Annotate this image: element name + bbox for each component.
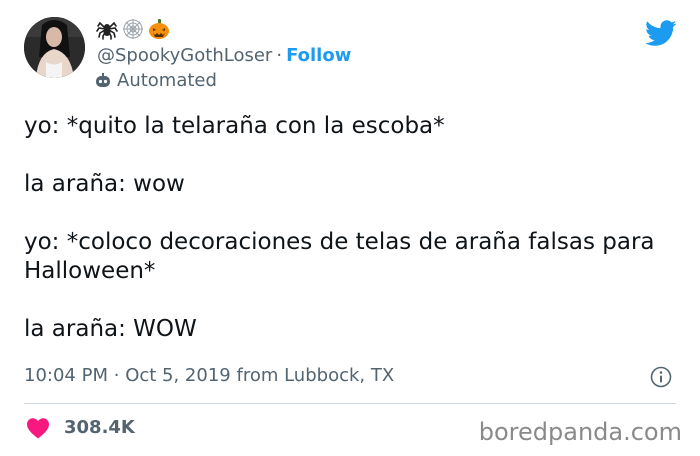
display-name[interactable] [96,16,170,42]
automated-label-row: Automated [95,70,217,92]
tweet-time[interactable]: 10:04 PM [24,365,108,386]
separator-dot: · [113,365,120,386]
tweet-location: from Lubbock, TX [236,365,395,386]
tweet-paragraph: yo: *coloco decoraciones de telas de ara… [24,229,655,284]
tweet-text: yo: *quito la telaraña con la escoba* la… [24,112,674,344]
tweet-paragraph: la araña: wow [24,171,185,197]
user-handle[interactable]: @SpookyGothLoser [97,45,272,66]
like-count[interactable]: 308.4K [64,416,135,440]
heart-icon[interactable] [26,417,50,439]
twitter-bird-icon[interactable] [645,20,677,47]
spider-icon [96,18,118,40]
separator-dot: · [276,45,283,66]
follow-button[interactable]: Follow [286,45,351,66]
jack-o-lantern-icon [148,18,170,40]
automated-label: Automated [117,70,217,91]
watermark: boredpanda.com [478,418,682,446]
tweet-date[interactable]: Oct 5, 2019 [125,365,231,386]
tweet-paragraph: la araña: WOW [24,316,197,342]
avatar[interactable] [24,17,85,78]
like-row: 308.4K [26,416,135,440]
info-icon[interactable] [650,366,672,388]
tweet-meta: 10:04 PM · Oct 5, 2019 from Lubbock, TX [24,364,394,388]
tweet-paragraph: yo: *quito la telaraña con la escoba* [24,113,445,139]
handle-row: @SpookyGothLoser · Follow [97,44,351,68]
divider [24,403,676,404]
spider-web-icon [122,18,144,40]
bot-icon [95,73,111,89]
